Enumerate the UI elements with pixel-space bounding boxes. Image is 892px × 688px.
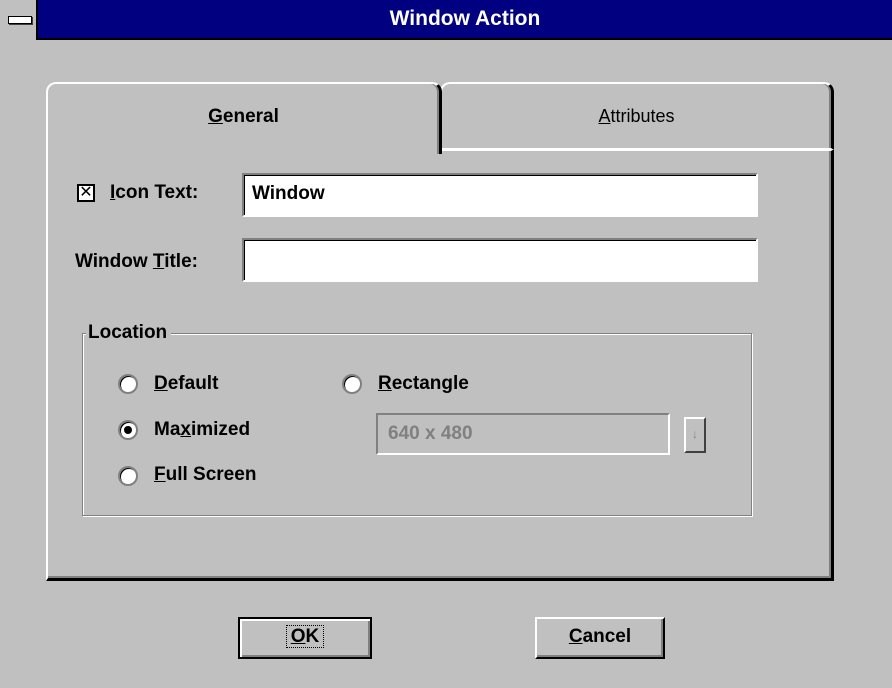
radio-default-label[interactable]: Default [154,373,218,395]
radio-maximized[interactable] [118,420,138,440]
window-title-input[interactable] [242,238,758,282]
radio-selected-dot [124,426,132,434]
radio-rectangle[interactable] [342,374,362,394]
icon-text-label: Icon Text: [110,182,199,203]
tab-general-label: General [208,106,279,127]
ok-button[interactable]: OK [238,617,372,659]
cancel-button-label: Cancel [568,626,632,647]
checkbox-check-icon: ✕ [79,184,93,201]
rectangle-size-combo[interactable]: 640 x 480 [376,413,670,455]
tab-attributes-label: Attributes [598,106,675,126]
radio-full-screen[interactable] [118,466,138,486]
cancel-button[interactable]: Cancel [535,617,665,659]
radio-rectangle-label[interactable]: Rectangle [378,373,469,395]
radio-default[interactable] [118,374,138,394]
radio-maximized-label[interactable]: Maximized [154,419,250,441]
tab-general[interactable]: General [46,82,442,154]
window-title-label: Window Title: [75,251,198,272]
ok-button-label: OK [285,625,325,648]
location-group-label: Location [86,322,172,344]
dropdown-arrow-icon[interactable]: ↓ [684,417,706,453]
window-title: Window Action [389,7,541,30]
radio-full-screen-label[interactable]: Full Screen [154,464,256,486]
system-menu-icon [8,16,32,24]
system-menu-button[interactable] [0,0,38,40]
icon-text-checkbox[interactable]: ✕ [77,184,95,202]
tab-attributes[interactable]: Attributes [440,82,834,150]
icon-text-input[interactable]: Window [242,173,758,217]
